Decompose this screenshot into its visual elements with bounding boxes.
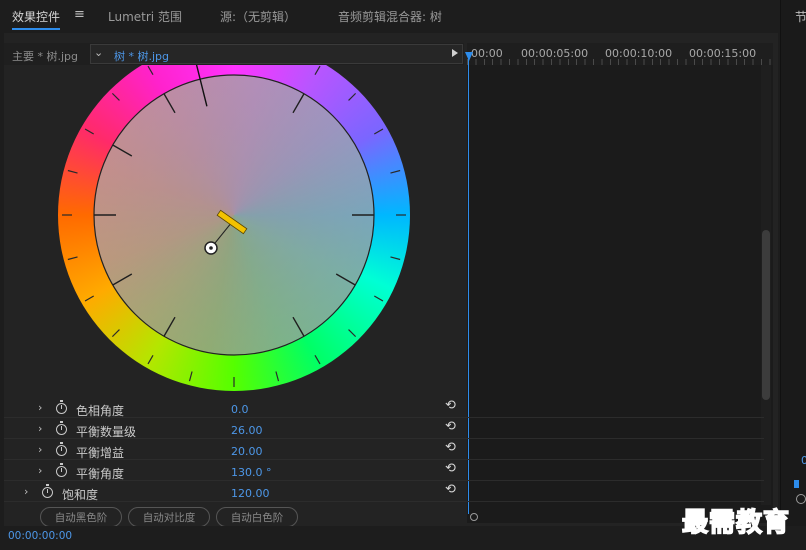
stopwatch-icon[interactable] (42, 484, 53, 498)
property-value[interactable]: 0.0 (231, 403, 249, 416)
chevron-down-icon[interactable]: ⌄ (94, 46, 103, 59)
timecode-label: 00:00:15:00 (689, 47, 757, 60)
row-divider (4, 501, 764, 502)
stopwatch-icon[interactable] (56, 442, 67, 456)
chevron-right-icon[interactable]: › (24, 485, 28, 498)
adjacent-scroll-handle-icon[interactable] (796, 494, 806, 504)
property-value[interactable]: 130.0 ° (231, 466, 272, 479)
property-label: 色相角度 (76, 404, 125, 418)
adjacent-panel-tab[interactable]: 节 (795, 8, 806, 25)
sequence-clip-label[interactable]: 树 * 树.jpg (114, 48, 169, 64)
property-value[interactable]: 26.00 (231, 424, 263, 437)
adjacent-panel-edge (780, 0, 806, 550)
stopwatch-icon[interactable] (56, 400, 67, 414)
property-value[interactable]: 120.00 (231, 487, 270, 500)
adjacent-panel-value: 0 (801, 454, 806, 467)
tab-audio-clip-mixer[interactable]: 音频剪辑混合器: 树 (338, 8, 442, 25)
adjacent-playhead-marker[interactable] (794, 480, 799, 488)
reset-icon[interactable]: ⟲ (445, 440, 456, 455)
master-clip-label[interactable]: 主要 * 树.jpg (12, 48, 78, 64)
reset-icon[interactable]: ⟲ (445, 461, 456, 476)
property-label: 平衡增益 (76, 446, 125, 460)
reset-icon[interactable]: ⟲ (445, 482, 456, 497)
playhead-marker-icon[interactable] (465, 52, 473, 61)
reset-icon[interactable]: ⟲ (445, 419, 456, 434)
chevron-right-icon[interactable]: › (38, 401, 42, 414)
tab-source[interactable]: 源:（无剪辑） (220, 8, 296, 25)
chevron-right-icon[interactable]: › (38, 422, 42, 435)
playhead-line[interactable] (468, 54, 469, 514)
zoom-handle-icon[interactable] (470, 513, 478, 521)
stopwatch-icon[interactable] (56, 463, 67, 477)
current-time-readout[interactable]: 00:00:00:00 (8, 530, 72, 542)
property-label: 饱和度 (62, 488, 99, 502)
auto-black-level-button[interactable]: 自动黑色阶 (40, 507, 122, 527)
timecode-label: 00:00:05:00 (521, 47, 589, 60)
timecode-label: 00:00 (471, 47, 503, 60)
play-triangle-icon[interactable] (452, 49, 458, 57)
active-tab-indicator (12, 28, 61, 30)
reset-icon[interactable]: ⟲ (445, 398, 456, 413)
timecode-label: 00:00:10:00 (605, 47, 673, 60)
vertical-scrollbar-thumb[interactable] (762, 230, 770, 400)
property-label: 平衡数量级 (76, 425, 137, 439)
center-target-dot (209, 246, 213, 250)
tab-effect-controls[interactable]: 效果控件 (12, 8, 61, 30)
chevron-right-icon[interactable]: › (38, 443, 42, 456)
chevron-right-icon[interactable]: › (38, 464, 42, 477)
panel-menu-icon[interactable]: ≡ (74, 7, 85, 22)
property-label: 平衡角度 (76, 467, 125, 481)
color-field[interactable] (94, 75, 374, 355)
color-balance-wheel[interactable] (56, 65, 416, 401)
tab-effect-controls-label: 效果控件 (12, 10, 61, 24)
stopwatch-icon[interactable] (56, 421, 67, 435)
watermark-logo: 最需教育 (681, 507, 791, 539)
effect-timeline[interactable] (467, 43, 773, 523)
auto-white-level-button[interactable]: 自动白色阶 (216, 507, 298, 527)
tab-lumetri-scopes[interactable]: Lumetri 范围 (108, 8, 182, 25)
property-value[interactable]: 20.00 (231, 445, 263, 458)
auto-contrast-button[interactable]: 自动对比度 (128, 507, 210, 527)
